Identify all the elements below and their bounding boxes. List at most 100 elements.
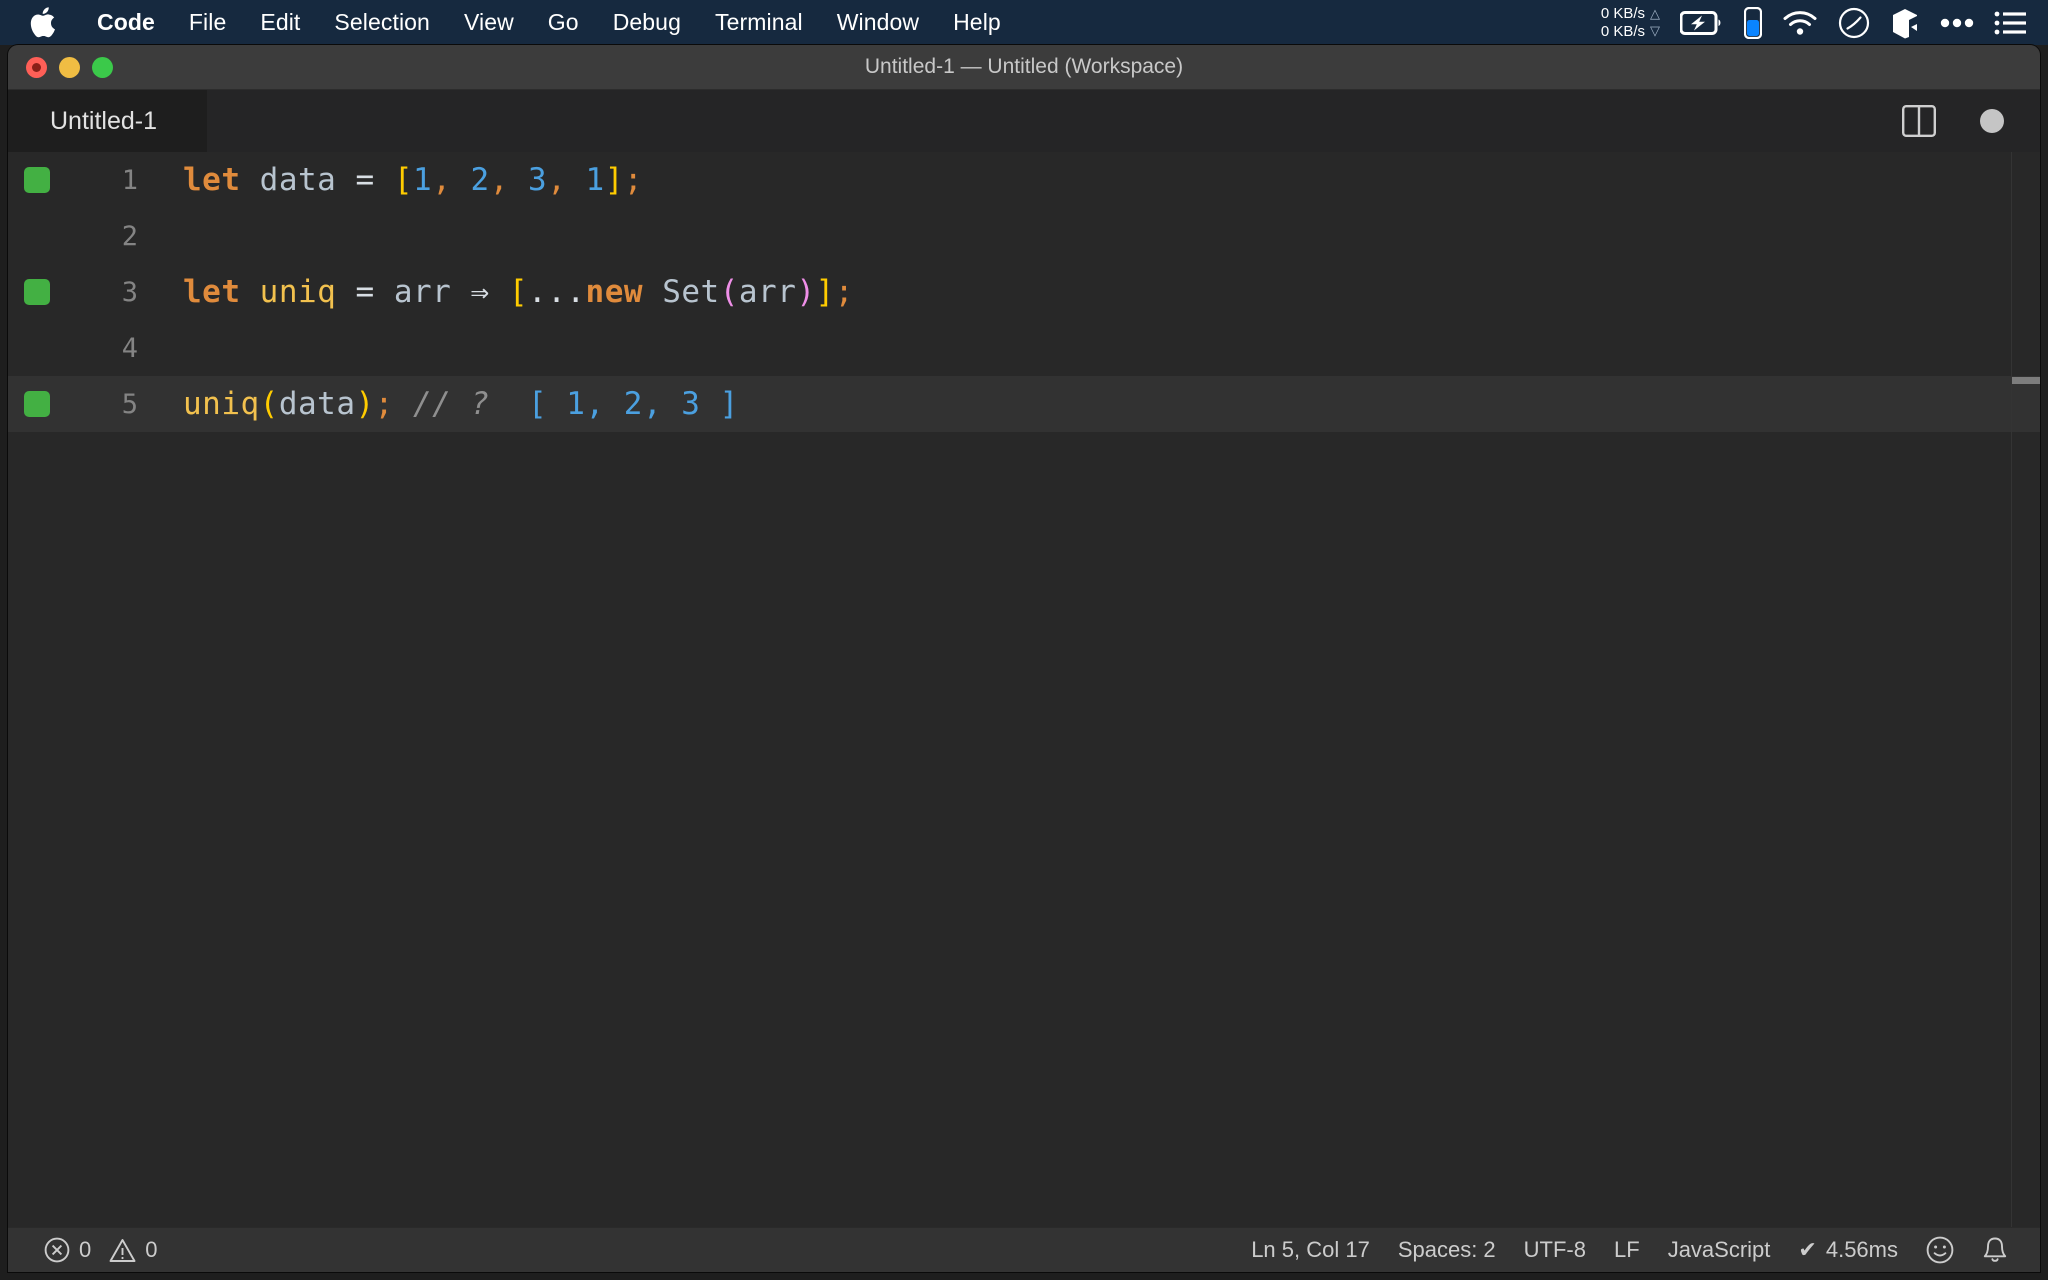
network-speed-indicator[interactable]: 0 KB/s 0 KB/s △ ▽ [1601,5,1660,40]
eol-status[interactable]: LF [1600,1228,1654,1273]
glyph-margin-3[interactable] [8,279,66,305]
problems-status[interactable]: 0 0 [30,1228,172,1273]
scrollbar-thumb[interactable] [2012,377,2040,384]
editor-tab-bar: Untitled-1 [8,90,2040,152]
code-token: 2 [470,162,490,198]
do-not-disturb-icon[interactable] [1838,7,1870,39]
device-battery-icon[interactable] [1744,6,1762,39]
code-token: arr [738,274,797,310]
line-number: 1 [121,164,138,196]
code-token: data [259,162,337,198]
menu-item-code[interactable]: Code [80,0,172,45]
menu-item-view[interactable]: View [447,0,531,45]
code-token: arr [393,274,452,310]
unsaved-dot-icon[interactable] [1980,109,2004,133]
code-token: let [183,274,241,310]
line-number: 5 [121,388,138,420]
code-token: ] [604,162,624,198]
code-line-4[interactable]: 4 [8,320,2040,376]
quokka-run-status[interactable]: ✔ 4.56ms [1784,1228,1912,1273]
indentation-status[interactable]: Spaces: 2 [1384,1228,1510,1273]
code-token: ; [374,386,394,422]
code-editor[interactable]: 1 let data = [1, 2, 3, 1]; 2 3 let uniq = ar… [8,152,2040,1227]
code-token: ⇒ [470,274,490,310]
code-line-2[interactable]: 2 [8,208,2040,264]
error-circle-icon [44,1237,70,1263]
menu-bar-items: Code File Edit Selection View Go Debug T… [0,0,1018,45]
code-token: , [432,162,471,198]
bell-icon [1982,1236,2008,1264]
line-number: 3 [121,276,138,308]
cursor-position-status[interactable]: Ln 5, Col 17 [1237,1228,1384,1273]
code-line-3[interactable]: 3 let uniq = arr ⇒ [...new Set(arr)]; [8,264,2040,320]
code-line-content[interactable]: let data = [1, 2, 3, 1]; [138,162,643,198]
code-token: [ [508,274,529,310]
cube-icon[interactable] [1890,7,1920,39]
code-line-content[interactable]: let uniq = arr ⇒ [...new Set(arr)]; [138,274,854,310]
code-token: = [355,274,375,310]
menu-item-edit[interactable]: Edit [243,0,317,45]
code-token: ; [834,274,854,310]
menu-item-file[interactable]: File [172,0,243,45]
code-token: Set [662,274,720,310]
traffic-light-buttons [8,56,113,78]
code-token: let [183,162,241,198]
menu-item-debug[interactable]: Debug [596,0,698,45]
apple-logo-icon[interactable] [28,6,58,40]
status-bar-right: Ln 5, Col 17 Spaces: 2 UTF-8 LF JavaScri… [1237,1228,2040,1273]
menu-item-window[interactable]: Window [820,0,936,45]
code-line-1[interactable]: 1 let data = [1, 2, 3, 1]; [8,152,2040,208]
code-token: ; [623,162,644,198]
notifications-status[interactable] [1968,1228,2022,1273]
ellipsis-icon[interactable] [1940,18,1974,28]
glyph-margin-5[interactable] [8,391,66,417]
close-button[interactable] [26,56,47,78]
window-title: Untitled-1 — Untitled (Workspace) [864,55,1184,78]
code-lines-container: 1 let data = [1, 2, 3, 1]; 2 3 let uniq = ar… [8,152,2040,432]
status-bar-left: 0 0 [8,1228,172,1273]
code-token: ( [719,274,739,310]
maximize-button[interactable] [92,56,113,78]
code-token: data [278,386,356,422]
quokka-live-indicator-icon [24,279,50,305]
code-token: uniq [259,274,337,310]
status-bar: 0 0 Ln 5, Col 17 Spaces: 2 UTF-8 LF Java… [8,1227,2040,1272]
wifi-icon[interactable] [1782,9,1818,36]
run-check-icon: ✔ [1798,1237,1817,1262]
quokka-live-indicator-icon [24,391,50,417]
menu-item-help[interactable]: Help [936,0,1018,45]
code-token: , [489,162,529,198]
code-line-content[interactable]: uniq(data); // ? [ 1, 2, 3 ] [138,386,739,422]
split-editor-icon[interactable] [1902,105,1936,137]
feedback-status[interactable] [1912,1228,1968,1273]
run-time: 4.56ms [1825,1237,1898,1262]
code-token: // ? [413,386,490,422]
battery-charging-icon[interactable] [1680,10,1724,36]
code-line-5[interactable]: 5 uniq(data); // ? [ 1, 2, 3 ] [8,376,2040,432]
code-token: ) [355,386,375,422]
editor-scrollbar[interactable] [2012,152,2040,1227]
code-token: 1 [413,162,433,198]
menu-item-terminal[interactable]: Terminal [698,0,820,45]
tab-untitled-1[interactable]: Untitled-1 [8,90,208,152]
error-count: 0 [79,1237,92,1262]
code-token: ( [259,386,279,422]
line-number: 4 [121,332,138,364]
menu-item-selection[interactable]: Selection [317,0,447,45]
encoding-status[interactable]: UTF-8 [1510,1228,1600,1273]
minimize-button[interactable] [59,56,80,78]
menu-item-go[interactable]: Go [531,0,596,45]
glyph-margin-1[interactable] [8,167,66,193]
list-menu-icon[interactable] [1994,11,2026,35]
unsaved-close-dot-icon [32,62,41,72]
language-mode-status[interactable]: JavaScript [1654,1228,1785,1273]
code-token: 3 [528,162,548,198]
tab-bar-actions [1902,90,2040,152]
